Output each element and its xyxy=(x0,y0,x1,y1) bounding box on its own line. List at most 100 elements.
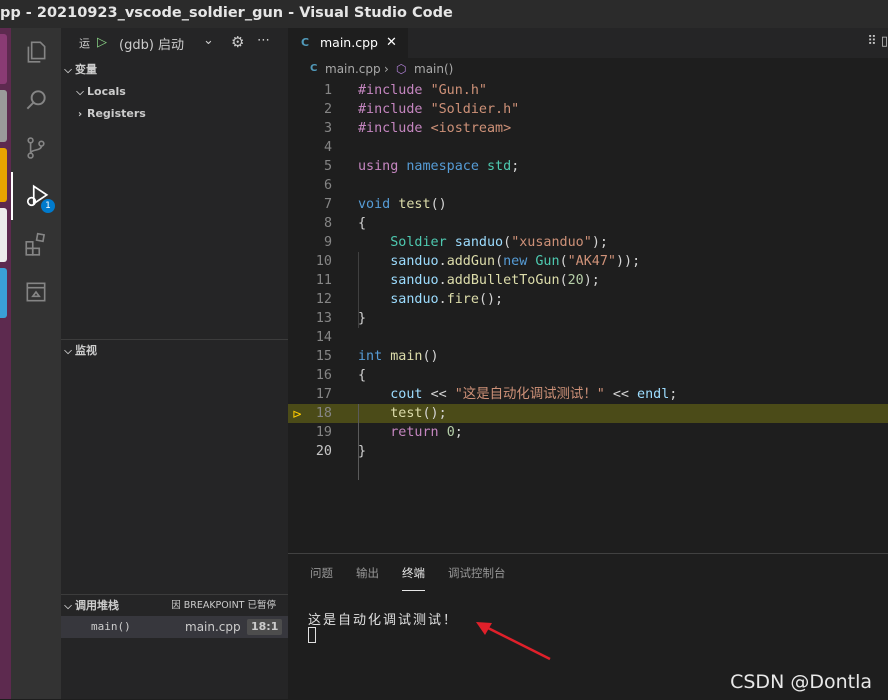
line-number: 6 xyxy=(323,178,332,193)
code-token: () xyxy=(422,349,439,364)
code-line[interactable]: 12 sanduo.fire(); xyxy=(288,290,888,309)
code-line[interactable]: 2 #include "Soldier.h" xyxy=(288,100,888,119)
watch-section-header[interactable]: ⌵ 监视 xyxy=(61,339,288,362)
cpp-file-icon: C xyxy=(310,63,318,74)
code-line[interactable]: 10 sanduo.addGun(new Gun("AK47")); xyxy=(288,252,888,271)
line-number: 8 xyxy=(323,216,332,231)
debug-badge: 1 xyxy=(41,199,55,213)
stack-frame[interactable]: main() main.cpp 18:1 xyxy=(61,616,288,638)
code-token: ; xyxy=(669,387,678,402)
code-token: return xyxy=(390,425,447,440)
line-number: 17 xyxy=(315,387,332,402)
code-text: } xyxy=(358,442,366,461)
breakpoint-arrow-icon[interactable]: ⊳ xyxy=(292,408,304,420)
start-debug-button[interactable]: ▷ xyxy=(97,35,107,50)
code-text: { xyxy=(358,366,366,385)
code-token: namespace xyxy=(406,159,487,174)
terminal-cursor xyxy=(308,627,316,643)
dock-app-icon[interactable] xyxy=(0,34,7,84)
code-token: (); xyxy=(478,292,504,307)
chevron-down-icon[interactable]: ⌄ xyxy=(203,33,214,48)
code-text: test(); xyxy=(358,404,446,423)
code-token: "xusanduo" xyxy=(511,235,592,250)
dock-app-icon[interactable] xyxy=(0,208,7,262)
code-line[interactable]: 19 return 0; xyxy=(288,423,888,442)
split-editor-icon[interactable]: ⠿ ▯ xyxy=(867,34,888,49)
locals-scope[interactable]: ⌵ Locals xyxy=(61,81,288,103)
code-text: int main() xyxy=(358,347,439,366)
code-line[interactable]: 17 cout << "这是自动化调试测试！" << endl; xyxy=(288,385,888,404)
dock-app-icon[interactable] xyxy=(0,90,7,142)
code-line[interactable]: 16 { xyxy=(288,366,888,385)
run-label: 运 xyxy=(79,37,90,50)
code-line[interactable]: 4 xyxy=(288,138,888,157)
code-line[interactable]: 5 using namespace std; xyxy=(288,157,888,176)
tab-problems[interactable]: 问题 xyxy=(310,554,333,590)
chevron-down-icon: ⌵ xyxy=(64,601,72,612)
code-token: "AK47" xyxy=(567,254,616,269)
code-token: new xyxy=(503,254,536,269)
code-token: ; xyxy=(511,159,520,174)
code-token: () xyxy=(430,197,447,212)
remote-explorer-icon[interactable] xyxy=(11,268,61,316)
code-line[interactable]: 15 int main() xyxy=(288,347,888,366)
code-token: "Soldier.h" xyxy=(430,102,520,117)
code-line[interactable]: 18 test(); xyxy=(288,404,888,423)
search-icon[interactable] xyxy=(11,76,61,124)
stack-frame-file: main.cpp xyxy=(185,620,241,634)
gear-icon[interactable]: ⚙ xyxy=(231,33,244,51)
code-line[interactable]: 20} xyxy=(288,442,888,461)
code-token: #include xyxy=(358,83,431,98)
code-line[interactable]: 9 Soldier sanduo("xusanduo"); xyxy=(288,233,888,252)
code-token: void xyxy=(358,197,399,212)
more-actions-icon[interactable]: ⋯ xyxy=(257,33,270,48)
window-title: pp - 20210923_vscode_soldier_gun - Visua… xyxy=(0,5,453,21)
code-token: Gun xyxy=(535,254,560,269)
dock-app-icon[interactable] xyxy=(0,268,7,318)
code-token: ( xyxy=(495,254,504,269)
callstack-section-header[interactable]: ⌵ 调用堆栈 因 BREAKPOINT 已暂停 xyxy=(61,594,288,617)
debug-sidebar: 运 ▷ (gdb) 启动 ⌄ ⚙ ⋯ ⌵ 变量 ⌵ Locals › Register… xyxy=(61,28,288,699)
code-line[interactable]: 13} xyxy=(288,309,888,328)
breadcrumb-symbol[interactable]: main() xyxy=(414,58,453,80)
tab-main-cpp[interactable]: C main.cpp ✕ xyxy=(288,28,408,58)
code-line[interactable]: 8{ xyxy=(288,214,888,233)
explorer-icon[interactable] xyxy=(11,28,61,76)
tab-output[interactable]: 输出 xyxy=(356,554,379,590)
code-token: <iostream> xyxy=(430,121,512,136)
code-token: "Gun.h" xyxy=(430,83,487,98)
close-icon[interactable]: ✕ xyxy=(386,28,397,58)
code-token: ( xyxy=(559,254,568,269)
debug-config-select[interactable]: (gdb) 启动 xyxy=(119,34,184,53)
code-line[interactable]: 7 void test() xyxy=(288,195,888,214)
dock-app-icon[interactable] xyxy=(0,148,7,202)
stack-frame-function: main() xyxy=(91,620,131,633)
code-line[interactable]: 11 sanduo.addBulletToGun(20); xyxy=(288,271,888,290)
code-token: "这是自动化调试测试！" xyxy=(454,387,605,402)
code-token: cout xyxy=(390,387,431,402)
registers-scope[interactable]: › Registers xyxy=(61,103,288,125)
source-control-icon[interactable] xyxy=(11,124,61,172)
tab-terminal[interactable]: 终端 xyxy=(402,554,425,591)
extensions-icon[interactable] xyxy=(11,220,61,268)
code-token: test xyxy=(398,197,431,212)
code-text: sanduo.fire(); xyxy=(358,290,503,309)
variables-section-header[interactable]: ⌵ 变量 xyxy=(61,59,288,81)
run-debug-icon[interactable]: 1 xyxy=(11,172,61,220)
code-line[interactable]: 6 xyxy=(288,176,888,195)
debug-toolbar: 运 ▷ (gdb) 启动 ⌄ ⚙ ⋯ xyxy=(61,28,288,58)
tab-debug-console[interactable]: 调试控制台 xyxy=(448,554,506,590)
code-line[interactable]: 1 #include "Gun.h" xyxy=(288,81,888,100)
code-token: Soldier xyxy=(390,235,455,250)
watermark: CSDN @Dontla xyxy=(730,671,872,693)
code-token: using xyxy=(358,159,407,174)
code-token: 20 xyxy=(567,273,584,288)
breadcrumb-file[interactable]: main.cpp xyxy=(325,58,381,80)
code-token: << xyxy=(430,387,455,402)
code-line[interactable]: 14 xyxy=(288,328,888,347)
code-token: ; xyxy=(454,425,463,440)
line-number: 2 xyxy=(323,102,332,117)
code-line[interactable]: 3 #include <iostream> xyxy=(288,119,888,138)
chevron-right-icon: › xyxy=(384,62,389,76)
